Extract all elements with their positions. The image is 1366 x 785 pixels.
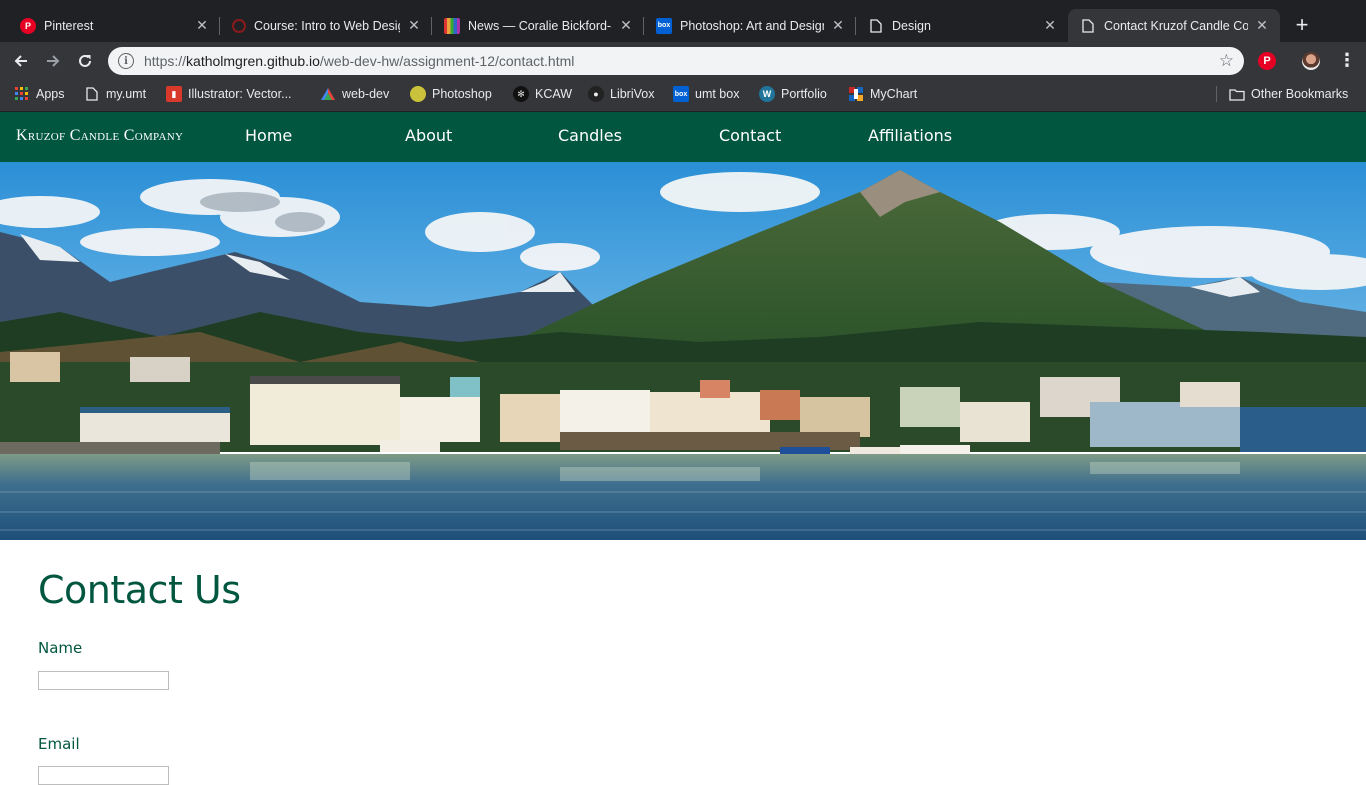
back-arrow-icon [14, 55, 27, 67]
mychart-icon [848, 86, 864, 102]
reload-button[interactable] [72, 48, 98, 74]
tab-course[interactable]: Course: Intro to Web Design ✕ [220, 9, 432, 42]
tab-photoshop[interactable]: box Photoshop: Art and Design ✕ [644, 9, 856, 42]
url-text: https://katholmgren.github.io/web-dev-hw… [144, 53, 575, 69]
menu-kebab-icon[interactable]: ⋮ [1338, 51, 1356, 69]
pinterest-icon: P [20, 17, 36, 34]
bookmark-label: MyChart [870, 87, 918, 101]
tab-contact-active[interactable]: Contact Kruzof Candle Company ✕ [1068, 9, 1280, 42]
folder-icon [1229, 86, 1245, 102]
tab-title: News — Coralie Bickford-Smith [468, 18, 612, 33]
tab-pinterest[interactable]: P Pinterest ✕ [8, 9, 220, 42]
bookmark-label: Illustrator: Vector... [188, 87, 292, 101]
bookmark-umt-box[interactable]: box umt box [673, 80, 739, 108]
tab-title: Course: Intro to Web Design [254, 18, 400, 33]
tab-title: Contact Kruzof Candle Company [1104, 18, 1248, 33]
tab-title: Photoshop: Art and Design [680, 18, 824, 33]
nav-link-contact[interactable]: Contact [719, 126, 781, 145]
brand-logo-text[interactable]: Kruzof Candle Company [16, 127, 183, 145]
nav-link-about[interactable]: About [405, 126, 452, 145]
bookmark-label: umt box [695, 87, 740, 101]
email-label: Email [38, 735, 80, 753]
new-tab-button[interactable]: + [1288, 12, 1316, 40]
browser-toolbar: i https://katholmgren.github.io/web-dev-… [0, 42, 1366, 80]
hero-harbor-photo [0, 162, 1366, 540]
profile-avatar[interactable] [1302, 52, 1320, 70]
browser-tab-strip: P Pinterest ✕ Course: Intro to Web Desig… [0, 0, 1366, 42]
close-icon[interactable]: ✕ [1254, 17, 1270, 34]
tab-title: Design [892, 18, 931, 33]
forward-button[interactable] [40, 48, 66, 74]
name-label: Name [38, 639, 83, 657]
bookmark-web-dev[interactable]: web-dev [320, 80, 389, 108]
web-dev-icon [320, 86, 336, 102]
box-icon: box [656, 17, 672, 34]
news-icon [444, 17, 460, 34]
page-icon [1080, 18, 1096, 34]
name-field[interactable] [38, 671, 169, 690]
close-icon[interactable]: ✕ [406, 17, 422, 34]
nav-link-home[interactable]: Home [245, 126, 292, 145]
bookmark-mychart[interactable]: MyChart [848, 80, 917, 108]
bookmark-label: Apps [36, 87, 65, 101]
bookmark-label: Portfolio [781, 87, 827, 101]
back-button[interactable] [8, 48, 34, 74]
page-icon [84, 86, 100, 102]
bookmark-label: my.umt [106, 87, 147, 101]
bookmark-apps[interactable]: Apps [14, 80, 65, 108]
bookmark-separator [1216, 86, 1217, 102]
address-bar[interactable]: i https://katholmgren.github.io/web-dev-… [108, 47, 1244, 75]
page-title: Contact Us [38, 568, 241, 612]
close-icon[interactable]: ✕ [1042, 17, 1058, 34]
bookmark-librivox[interactable]: ● LibriVox [588, 80, 654, 108]
bookmark-label: Photoshop [432, 87, 492, 101]
reload-icon [79, 54, 91, 67]
wordpress-icon: W [759, 86, 775, 102]
bookmark-photoshop[interactable]: Photoshop [410, 80, 492, 108]
site-nav-bar: Kruzof Candle Company Home About Candles… [0, 112, 1366, 162]
bookmark-label: web-dev [342, 87, 390, 101]
course-icon [232, 18, 246, 33]
illustrator-icon: ▮ [166, 86, 182, 102]
kcaw-icon: ✻ [513, 86, 529, 102]
forward-arrow-icon [47, 55, 60, 67]
bookmark-label: Other Bookmarks [1251, 87, 1349, 101]
bookmark-label: LibriVox [610, 87, 655, 101]
tab-design[interactable]: Design ✕ [856, 9, 1068, 42]
pinterest-extension-icon[interactable]: P [1258, 52, 1276, 70]
bookmark-kcaw[interactable]: ✻ KCAW [513, 80, 572, 108]
bookmark-myumt[interactable]: my.umt [84, 80, 146, 108]
close-icon[interactable]: ✕ [618, 17, 634, 34]
bookmark-star-icon[interactable]: ☆ [1219, 51, 1234, 71]
tab-news[interactable]: News — Coralie Bickford-Smith ✕ [432, 9, 644, 42]
photoshop-icon [410, 86, 426, 102]
bookmark-portfolio[interactable]: W Portfolio [759, 80, 827, 108]
email-field[interactable] [38, 766, 169, 785]
bookmark-other-folder[interactable]: Other Bookmarks [1229, 80, 1348, 108]
close-icon[interactable]: ✕ [194, 17, 210, 34]
page-icon [868, 18, 884, 34]
box-icon: box [673, 86, 689, 102]
tab-title: Pinterest [44, 18, 94, 33]
nav-link-candles[interactable]: Candles [558, 126, 622, 145]
bookmarks-bar: Apps my.umt ▮ Illustrator: Vector... web… [0, 80, 1366, 112]
nav-link-affiliations[interactable]: Affiliations [868, 126, 952, 145]
bookmark-illustrator[interactable]: ▮ Illustrator: Vector... [166, 80, 292, 108]
librivox-icon: ● [588, 86, 604, 102]
bookmark-label: KCAW [535, 87, 573, 101]
close-icon[interactable]: ✕ [830, 17, 846, 34]
apps-grid-icon [14, 86, 30, 102]
site-info-icon[interactable]: i [118, 53, 134, 69]
